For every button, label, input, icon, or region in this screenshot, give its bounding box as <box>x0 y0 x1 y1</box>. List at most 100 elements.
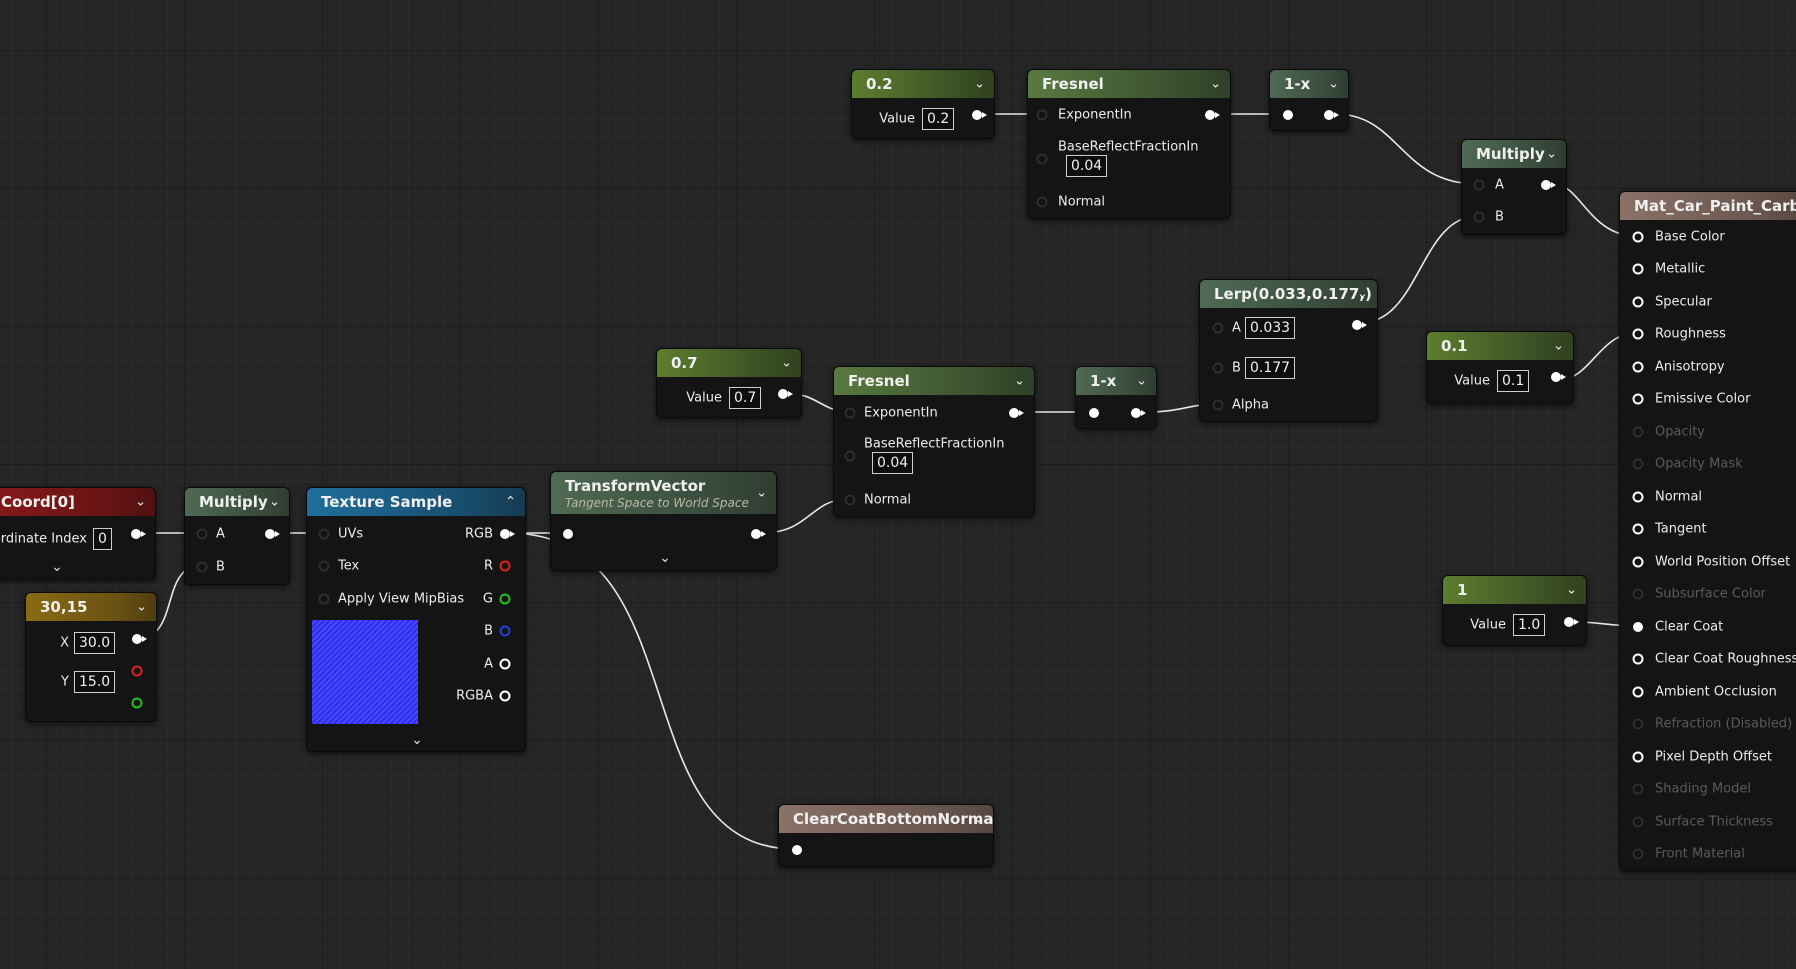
chevron-down-icon[interactable]: ⌄ <box>51 559 63 575</box>
material-pin-clear-coat[interactable] <box>1633 622 1643 632</box>
output-pin-g[interactable] <box>499 593 511 605</box>
node-header[interactable]: 0.7 ⌄ <box>657 349 801 377</box>
chevron-down-icon[interactable]: ⌄ <box>1210 77 1221 92</box>
input-pin-alpha[interactable] <box>1212 399 1224 411</box>
input-pin-b[interactable] <box>196 561 208 573</box>
constant-node-0-1[interactable]: 0.1 ⌄ Value 0.1 <box>1426 331 1574 404</box>
material-pin-front-material[interactable] <box>1632 848 1644 860</box>
output-pin-a[interactable] <box>499 658 511 670</box>
input-pin[interactable] <box>1283 110 1293 120</box>
input-pin[interactable] <box>844 407 856 419</box>
chevron-down-icon[interactable]: ⌄ <box>659 550 671 566</box>
input-pin-b[interactable] <box>1473 211 1485 223</box>
chevron-down-icon[interactable]: ⌄ <box>411 732 423 748</box>
chevron-down-icon[interactable]: ⌄ <box>1328 77 1339 92</box>
output-pin[interactable] <box>132 634 147 644</box>
multiply-node-top[interactable]: Multiply ⌄ A B <box>1461 139 1567 235</box>
output-pin[interactable] <box>1564 617 1579 627</box>
chevron-down-icon[interactable]: ⌄ <box>136 600 147 615</box>
material-pin-ambient-occlusion[interactable] <box>1632 686 1644 698</box>
material-pin-base-color[interactable] <box>1632 231 1644 243</box>
constant-node-0-2[interactable]: 0.2 ⌄ Value 0.2 <box>851 69 995 139</box>
material-pin-subsurface-color[interactable] <box>1632 588 1644 600</box>
material-pin-tangent[interactable] <box>1632 523 1644 535</box>
output-pin-rgba[interactable] <box>499 690 511 702</box>
multiply-node-left[interactable]: Multiply ⌄ A B <box>184 487 290 585</box>
transform-vector-node[interactable]: TransformVector Tangent Space to World S… <box>550 471 777 571</box>
value-input[interactable]: 0.2 <box>922 108 955 130</box>
chevron-down-icon[interactable]: ⌄ <box>756 486 767 501</box>
input-pin[interactable] <box>792 845 802 855</box>
chevron-down-icon[interactable]: ⌄ <box>974 77 985 92</box>
node-header[interactable]: Multiply ⌄ <box>185 488 289 516</box>
material-pin-anisotropy[interactable] <box>1632 361 1644 373</box>
lerp-a-input[interactable]: 0.033 <box>1245 317 1296 339</box>
value-input[interactable]: 1.0 <box>1513 614 1546 636</box>
value-input[interactable]: 0.7 <box>729 387 762 409</box>
material-pin-pixel-depth-offset[interactable] <box>1632 751 1644 763</box>
input-pin-b[interactable] <box>1212 362 1224 374</box>
constant-node-0-7[interactable]: 0.7 ⌄ Value 0.7 <box>656 348 802 418</box>
output-pin-rgb[interactable] <box>500 529 515 539</box>
node-header[interactable]: TransformVector Tangent Space to World S… <box>551 472 776 514</box>
base-reflect-input[interactable]: 0.04 <box>1066 155 1108 177</box>
input-pin[interactable] <box>844 450 856 462</box>
node-header[interactable]: 0.1 ⌄ <box>1427 332 1573 360</box>
input-pin-a[interactable] <box>1212 322 1224 334</box>
node-header[interactable]: 30,15 ⌄ <box>26 593 156 621</box>
input-pin[interactable] <box>1036 153 1048 165</box>
input-pin-a[interactable] <box>196 528 208 540</box>
output-pin[interactable] <box>1541 180 1556 190</box>
fresnel-node-mid[interactable]: Fresnel ⌄ ExponentIn BaseReflectFraction… <box>833 366 1035 517</box>
input-pin[interactable] <box>844 494 856 506</box>
material-pin-surface-thickness[interactable] <box>1632 816 1644 828</box>
chevron-down-icon[interactable]: ⌄ <box>973 812 984 827</box>
chevron-down-icon[interactable]: ⌄ <box>1357 287 1368 302</box>
clear-coat-bottom-normal-node[interactable]: ClearCoatBottomNormal ⌄ <box>778 804 994 867</box>
node-header[interactable]: Fresnel ⌄ <box>834 367 1034 395</box>
input-pin-tex[interactable] <box>318 560 330 572</box>
x-input[interactable]: 30.0 <box>74 632 116 654</box>
material-pin-clear-coat-roughness[interactable] <box>1632 653 1644 665</box>
output-pin[interactable] <box>778 389 793 399</box>
node-header[interactable]: Multiply ⌄ <box>1462 140 1566 168</box>
node-header[interactable]: Mat_Car_Paint_Carbon_l <box>1620 192 1796 220</box>
output-pin[interactable] <box>1009 408 1024 418</box>
constant-node-1[interactable]: 1 ⌄ Value 1.0 <box>1442 575 1587 646</box>
lerp-node[interactable]: Lerp(0.033,0.177,) ⌄ A 0.033 B 0.177 Alp… <box>1199 279 1378 422</box>
input-pin-mipbias[interactable] <box>318 593 330 605</box>
input-pin-a[interactable] <box>1473 179 1485 191</box>
material-pin-metallic[interactable] <box>1632 263 1644 275</box>
chevron-down-icon[interactable]: ⌄ <box>1136 374 1147 389</box>
output-pin[interactable] <box>131 529 146 539</box>
output-pin[interactable] <box>1352 320 1367 330</box>
input-pin[interactable] <box>563 529 573 539</box>
node-header[interactable]: 0.2 ⌄ <box>852 70 994 98</box>
input-pin-uvs[interactable] <box>318 528 330 540</box>
lerp-b-input[interactable]: 0.177 <box>1245 357 1296 379</box>
chevron-down-icon[interactable]: ⌄ <box>1553 339 1564 354</box>
material-pin-emissive-color[interactable] <box>1632 393 1644 405</box>
material-pin-world-position-offset[interactable] <box>1632 556 1644 568</box>
output-pin[interactable] <box>1324 110 1339 120</box>
one-minus-node-mid[interactable]: 1-x ⌄ <box>1075 366 1157 429</box>
material-pin-normal[interactable] <box>1632 491 1644 503</box>
material-pin-specular[interactable] <box>1632 296 1644 308</box>
output-pin[interactable] <box>972 110 987 120</box>
node-header[interactable]: 1 ⌄ <box>1443 576 1586 604</box>
material-pin-refraction[interactable] <box>1632 718 1644 730</box>
chevron-down-icon[interactable]: ⌄ <box>1014 374 1025 389</box>
output-pin[interactable] <box>1205 110 1220 120</box>
output-pin-r[interactable] <box>131 665 143 677</box>
input-pin[interactable] <box>1036 109 1048 121</box>
value-input[interactable]: 0.1 <box>1497 370 1530 392</box>
output-pin[interactable] <box>1131 408 1146 418</box>
output-pin-r[interactable] <box>499 560 511 572</box>
chevron-down-icon[interactable]: ⌄ <box>135 495 146 510</box>
node-header[interactable]: 1-x ⌄ <box>1076 367 1156 395</box>
node-header[interactable]: Fresnel ⌄ <box>1028 70 1230 98</box>
node-header[interactable]: Texture Sample ⌃ <box>307 488 525 516</box>
output-pin[interactable] <box>265 529 280 539</box>
chevron-down-icon[interactable]: ⌄ <box>1566 583 1577 598</box>
chevron-down-icon[interactable]: ⌄ <box>781 356 792 371</box>
